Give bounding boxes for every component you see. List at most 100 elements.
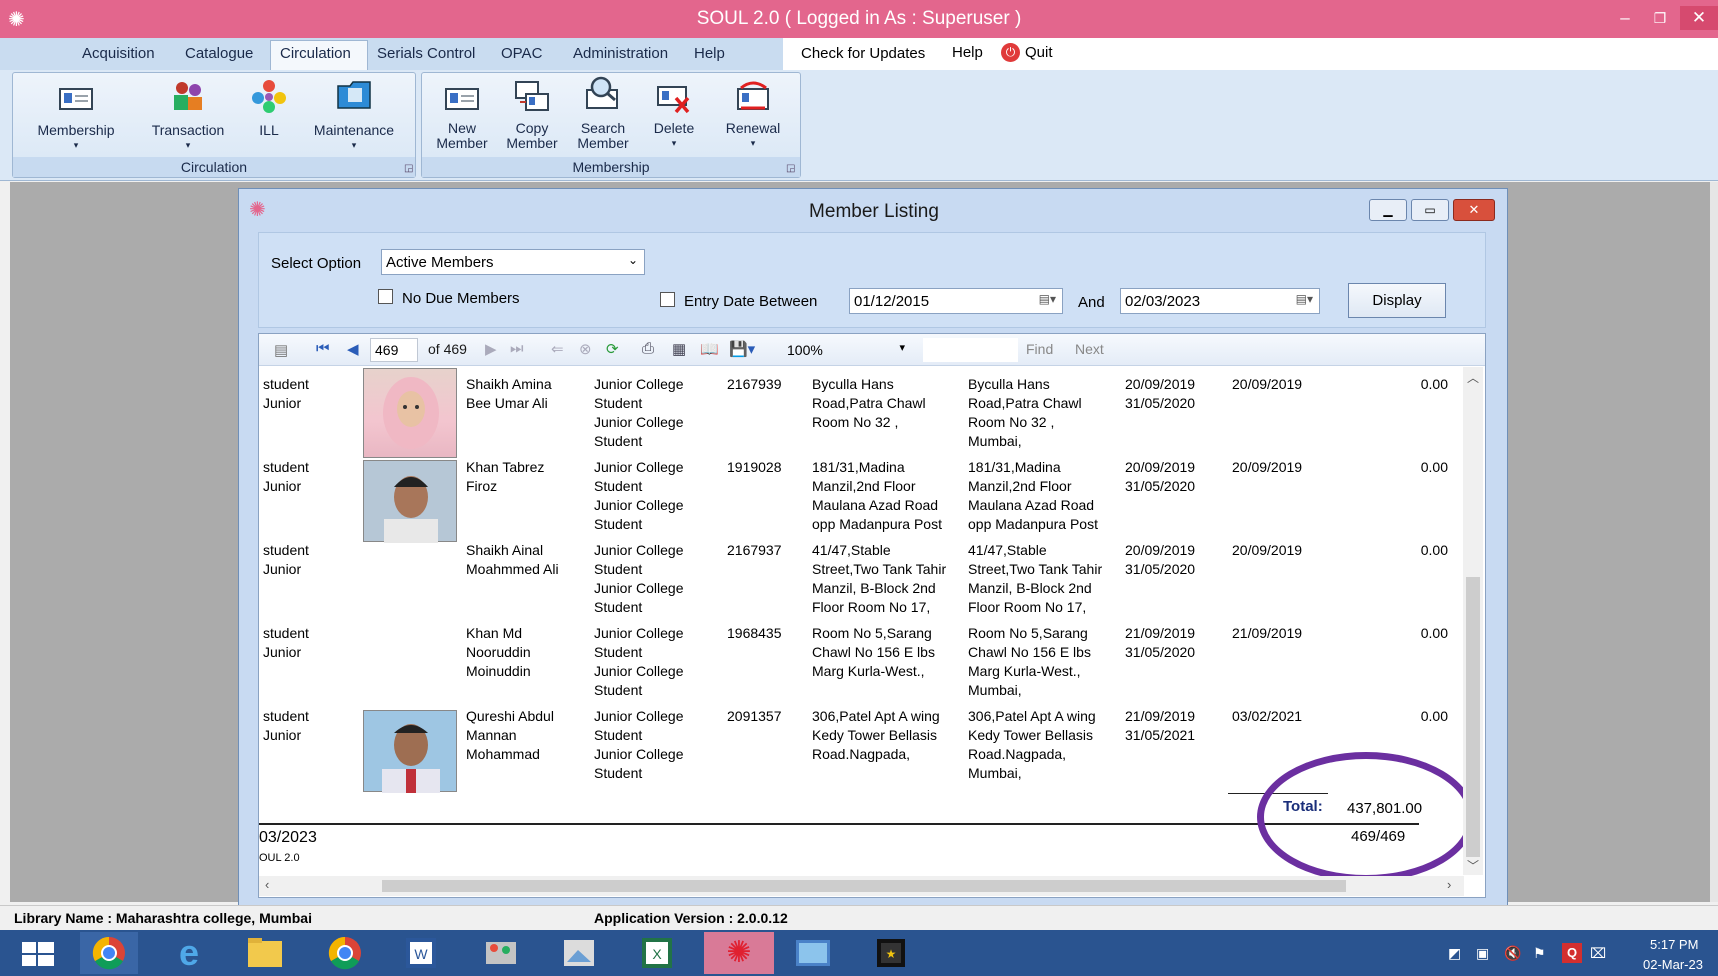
clock-date[interactable]: 02-Mar-23 xyxy=(1643,957,1703,972)
word-icon[interactable]: W xyxy=(392,932,450,974)
child-close-icon[interactable]: ✕ xyxy=(1453,199,1495,221)
next-link[interactable]: Next xyxy=(1075,341,1104,357)
first-page-icon[interactable]: ⏮ xyxy=(316,340,330,357)
menu-circulation[interactable]: Circulation xyxy=(280,45,351,62)
no-due-checkbox[interactable] xyxy=(378,289,393,304)
zoom-dropdown[interactable]: 100% ▾ xyxy=(783,338,909,362)
maintenance-button[interactable]: Maintenance ▾ xyxy=(306,76,402,153)
toggle-tree-icon[interactable]: ▤ xyxy=(274,341,288,359)
renewal-button[interactable]: Renewal ▾ xyxy=(718,80,788,151)
scroll-down-icon[interactable]: ﹀ xyxy=(1467,857,1479,874)
child-minimize-icon[interactable]: ▁ xyxy=(1369,199,1407,221)
report-vertical-scrollbar[interactable]: ︿ ﹀ xyxy=(1463,367,1483,875)
cell-line: Byculla Hans xyxy=(968,376,1050,392)
minimize-icon[interactable]: – xyxy=(1610,6,1640,30)
cell-line: 41/47,Stable xyxy=(812,542,891,558)
next-page-icon[interactable]: ▶ xyxy=(485,340,497,358)
export-save-icon[interactable]: 💾▾ xyxy=(729,340,755,358)
child-maximize-icon[interactable]: ▭ xyxy=(1411,199,1449,221)
select-option-dropdown[interactable]: Active Members ⌄ xyxy=(381,249,645,275)
dialog-launcher-icon[interactable]: ◲ xyxy=(404,163,413,174)
date-to-picker[interactable]: 02/03/2023 ▤▾ xyxy=(1120,288,1320,314)
cell-line: 1919028 xyxy=(727,459,782,475)
windows-start-icon[interactable] xyxy=(20,940,56,968)
previous-page-icon[interactable]: ◀ xyxy=(347,340,359,358)
photo-app-icon[interactable] xyxy=(784,932,842,974)
horizontal-scroll-thumb[interactable] xyxy=(382,880,1346,892)
ill-network-icon xyxy=(252,80,286,113)
date-from-picker[interactable]: 01/12/2015 ▤▾ xyxy=(849,288,1063,314)
clock-time[interactable]: 5:17 PM xyxy=(1650,937,1698,952)
cell-line: Khan Tabrez xyxy=(466,459,545,475)
chrome-icon[interactable] xyxy=(80,932,138,974)
dialog-launcher-icon[interactable]: ◲ xyxy=(786,163,795,174)
delete-button[interactable]: Delete ▾ xyxy=(644,80,704,151)
cell-line: 0.00 xyxy=(1420,542,1448,558)
close-icon[interactable]: ✕ xyxy=(1680,6,1718,30)
find-input[interactable] xyxy=(923,338,1018,362)
menu-catalogue[interactable]: Catalogue xyxy=(185,45,253,62)
internet-explorer-icon[interactable]: e xyxy=(160,932,218,974)
scroll-right-icon[interactable]: › xyxy=(1447,877,1451,892)
tray-display-icon[interactable]: ▣ xyxy=(1476,945,1489,962)
cell-line: student xyxy=(263,625,309,641)
menu-opac[interactable]: OPAC xyxy=(501,45,542,62)
tray-app-icon[interactable]: ◩ xyxy=(1448,945,1461,962)
calendar-icon[interactable]: ▤▾ xyxy=(1039,292,1056,306)
footer-line xyxy=(259,823,1419,825)
scroll-left-icon[interactable]: ‹ xyxy=(265,877,269,892)
media-app-icon[interactable]: ★ xyxy=(862,932,920,974)
stop-icon[interactable]: ⊗ xyxy=(579,340,592,358)
menu-help[interactable]: Help xyxy=(694,45,725,62)
print-layout-icon[interactable]: ▦ xyxy=(672,340,686,358)
copy-member-button[interactable]: Copy Member xyxy=(502,78,562,151)
power-icon[interactable]: ⏻ xyxy=(1001,43,1020,62)
refresh-icon[interactable]: ⟳ xyxy=(606,340,619,358)
menu-serials-control[interactable]: Serials Control xyxy=(377,45,475,62)
calendar-icon[interactable]: ▤▾ xyxy=(1296,292,1313,306)
menu-acquisition[interactable]: Acquisition xyxy=(82,45,155,62)
soul-app-icon[interactable] xyxy=(472,932,530,974)
back-icon[interactable]: ⇐ xyxy=(551,340,564,358)
tray-q-icon[interactable]: Q xyxy=(1562,943,1582,963)
cell-line: Moinuddin xyxy=(466,663,531,679)
vertical-scroll-thumb[interactable] xyxy=(1466,577,1480,857)
network-icon[interactable]: ⌧ xyxy=(1590,945,1606,962)
cell-line: 2167937 xyxy=(727,542,782,558)
cell-line: Mohammad xyxy=(466,746,540,762)
cell-line: Junior xyxy=(263,561,302,577)
image-viewer-icon[interactable] xyxy=(550,932,608,974)
check-updates-link[interactable]: Check for Updates xyxy=(801,45,925,62)
membership-button[interactable]: Membership ▾ xyxy=(30,80,122,153)
action-center-flag-icon[interactable]: ⚑ xyxy=(1533,945,1546,962)
help-link[interactable]: Help xyxy=(952,44,983,61)
display-button[interactable]: Display xyxy=(1348,283,1446,318)
excel-icon[interactable]: X xyxy=(628,932,686,974)
cell-line: Mumbai, xyxy=(968,682,1022,698)
quit-link[interactable]: Quit xyxy=(1025,44,1053,61)
volume-muted-icon[interactable]: 🔇 xyxy=(1504,945,1521,962)
entry-date-checkbox[interactable] xyxy=(660,292,675,307)
new-member-button[interactable]: New Member xyxy=(432,80,492,151)
file-explorer-icon[interactable] xyxy=(236,932,294,974)
cell-line: 1968435 xyxy=(727,625,782,641)
cell-line: Shaikh Amina xyxy=(466,376,552,392)
ill-button[interactable]: ILL xyxy=(242,78,296,138)
restore-icon[interactable]: ❐ xyxy=(1645,6,1675,30)
page-setup-icon[interactable]: 📖 xyxy=(700,340,719,358)
print-icon[interactable]: ⎙ xyxy=(642,340,654,357)
report-horizontal-scrollbar[interactable]: ‹ › xyxy=(259,876,1464,896)
chrome-icon[interactable] xyxy=(316,932,374,974)
transaction-button[interactable]: Transaction ▾ xyxy=(142,78,234,153)
search-member-button[interactable]: Search Member xyxy=(572,76,634,151)
find-link[interactable]: Find xyxy=(1026,341,1053,357)
cell-date2: 03/02/2021 xyxy=(1232,707,1302,726)
soul-active-icon[interactable]: ✺ xyxy=(704,932,774,974)
scroll-up-icon[interactable]: ︿ xyxy=(1467,369,1479,386)
cell-line: Junior xyxy=(263,644,302,660)
workspace-scrollbar[interactable] xyxy=(1710,182,1718,902)
cell-line: 41/47,Stable xyxy=(968,542,1047,558)
last-page-icon[interactable]: ⏭ xyxy=(510,340,524,357)
menu-administration[interactable]: Administration xyxy=(573,45,668,62)
page-number-input[interactable]: 469 xyxy=(370,338,418,362)
